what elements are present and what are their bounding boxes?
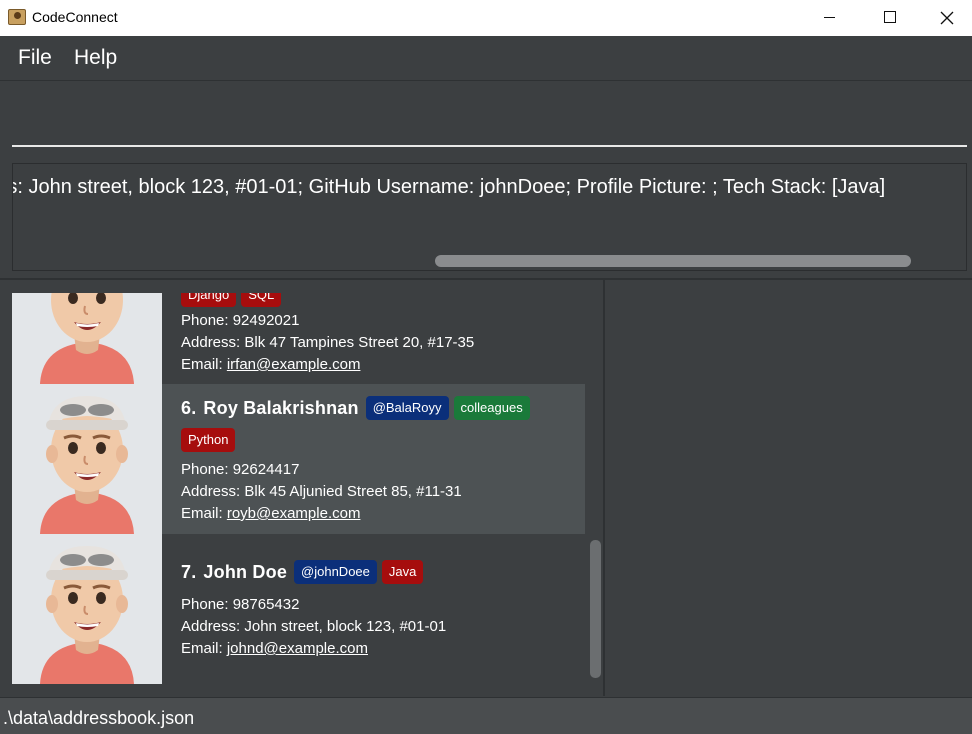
email-row: Email: johnd@example.com [181, 640, 368, 657]
maximize-button[interactable] [860, 0, 918, 36]
email-link[interactable]: irfan@example.com [227, 356, 361, 373]
profile-picture [12, 293, 162, 384]
email-label: Email: [181, 356, 227, 373]
title-bar: CodeConnect [0, 0, 972, 36]
email-link[interactable]: johnd@example.com [227, 640, 368, 657]
person-index: 7. [181, 561, 197, 582]
profile-picture [12, 534, 162, 684]
menu-help[interactable]: Help [74, 46, 117, 70]
address-text: Address: John street, block 123, #01-01 [181, 618, 447, 635]
menu-bar: File Help [0, 36, 972, 81]
close-button[interactable] [918, 0, 972, 36]
person-card-selected[interactable]: 6. Roy Balakrishnan @BalaRoyy colleagues… [12, 384, 585, 534]
tech-stack-tag: Java [381, 560, 424, 584]
person-name: Roy Balakrishnan [203, 397, 359, 418]
close-icon [940, 11, 954, 25]
result-text: Address: John street, block 123, #01-01;… [12, 176, 886, 198]
person-name: John Doe [203, 561, 288, 582]
phone-text: Phone: 98765432 [181, 596, 300, 613]
group-tag: colleagues [453, 396, 530, 420]
result-display[interactable]: Address: John street, block 123, #01-01;… [12, 163, 967, 271]
status-bar: .\data\addressbook.json [0, 697, 972, 734]
result-horizontal-scrollbar[interactable] [435, 255, 911, 267]
command-input[interactable] [12, 92, 967, 147]
github-username-tag: @johnDoee [294, 560, 377, 584]
person-card[interactable]: 7. John Doe @johnDoee Java Phone: 987654… [12, 534, 585, 684]
minimize-icon [824, 17, 835, 18]
person-list-vertical-scrollbar[interactable] [590, 540, 601, 678]
menu-file[interactable]: File [18, 46, 52, 70]
email-label: Email: [181, 640, 227, 657]
person-list-panel: Django SQL Phone: 92492021 Address: Blk … [0, 280, 605, 696]
address-text: Address: Blk 45 Aljunied Street 85, #11-… [181, 483, 462, 500]
maximize-icon [884, 11, 896, 23]
email-row: Email: irfan@example.com [181, 356, 360, 373]
tech-stack-tag: Django [181, 293, 237, 307]
tech-stack-tag: Python [181, 428, 236, 452]
email-label: Email: [181, 505, 227, 522]
person-list[interactable]: Django SQL Phone: 92492021 Address: Blk … [12, 293, 585, 684]
save-location-path: .\data\addressbook.json [3, 708, 195, 728]
detail-panel [607, 280, 972, 696]
minimize-button[interactable] [800, 0, 858, 36]
address-text: Address: Blk 47 Tampines Street 20, #17-… [181, 334, 475, 351]
github-username-tag: @BalaRoyy [365, 396, 449, 420]
app-icon [8, 9, 26, 25]
tech-stack-tag: SQL [241, 293, 282, 307]
email-row: Email: royb@example.com [181, 505, 360, 522]
person-card[interactable]: Django SQL Phone: 92492021 Address: Blk … [12, 293, 585, 384]
phone-text: Phone: 92492021 [181, 312, 300, 329]
window-title: CodeConnect [32, 9, 118, 25]
email-link[interactable]: royb@example.com [227, 505, 361, 522]
phone-text: Phone: 92624417 [181, 461, 300, 478]
command-box [0, 82, 972, 154]
profile-picture [12, 384, 162, 534]
person-index: 6. [181, 397, 197, 418]
